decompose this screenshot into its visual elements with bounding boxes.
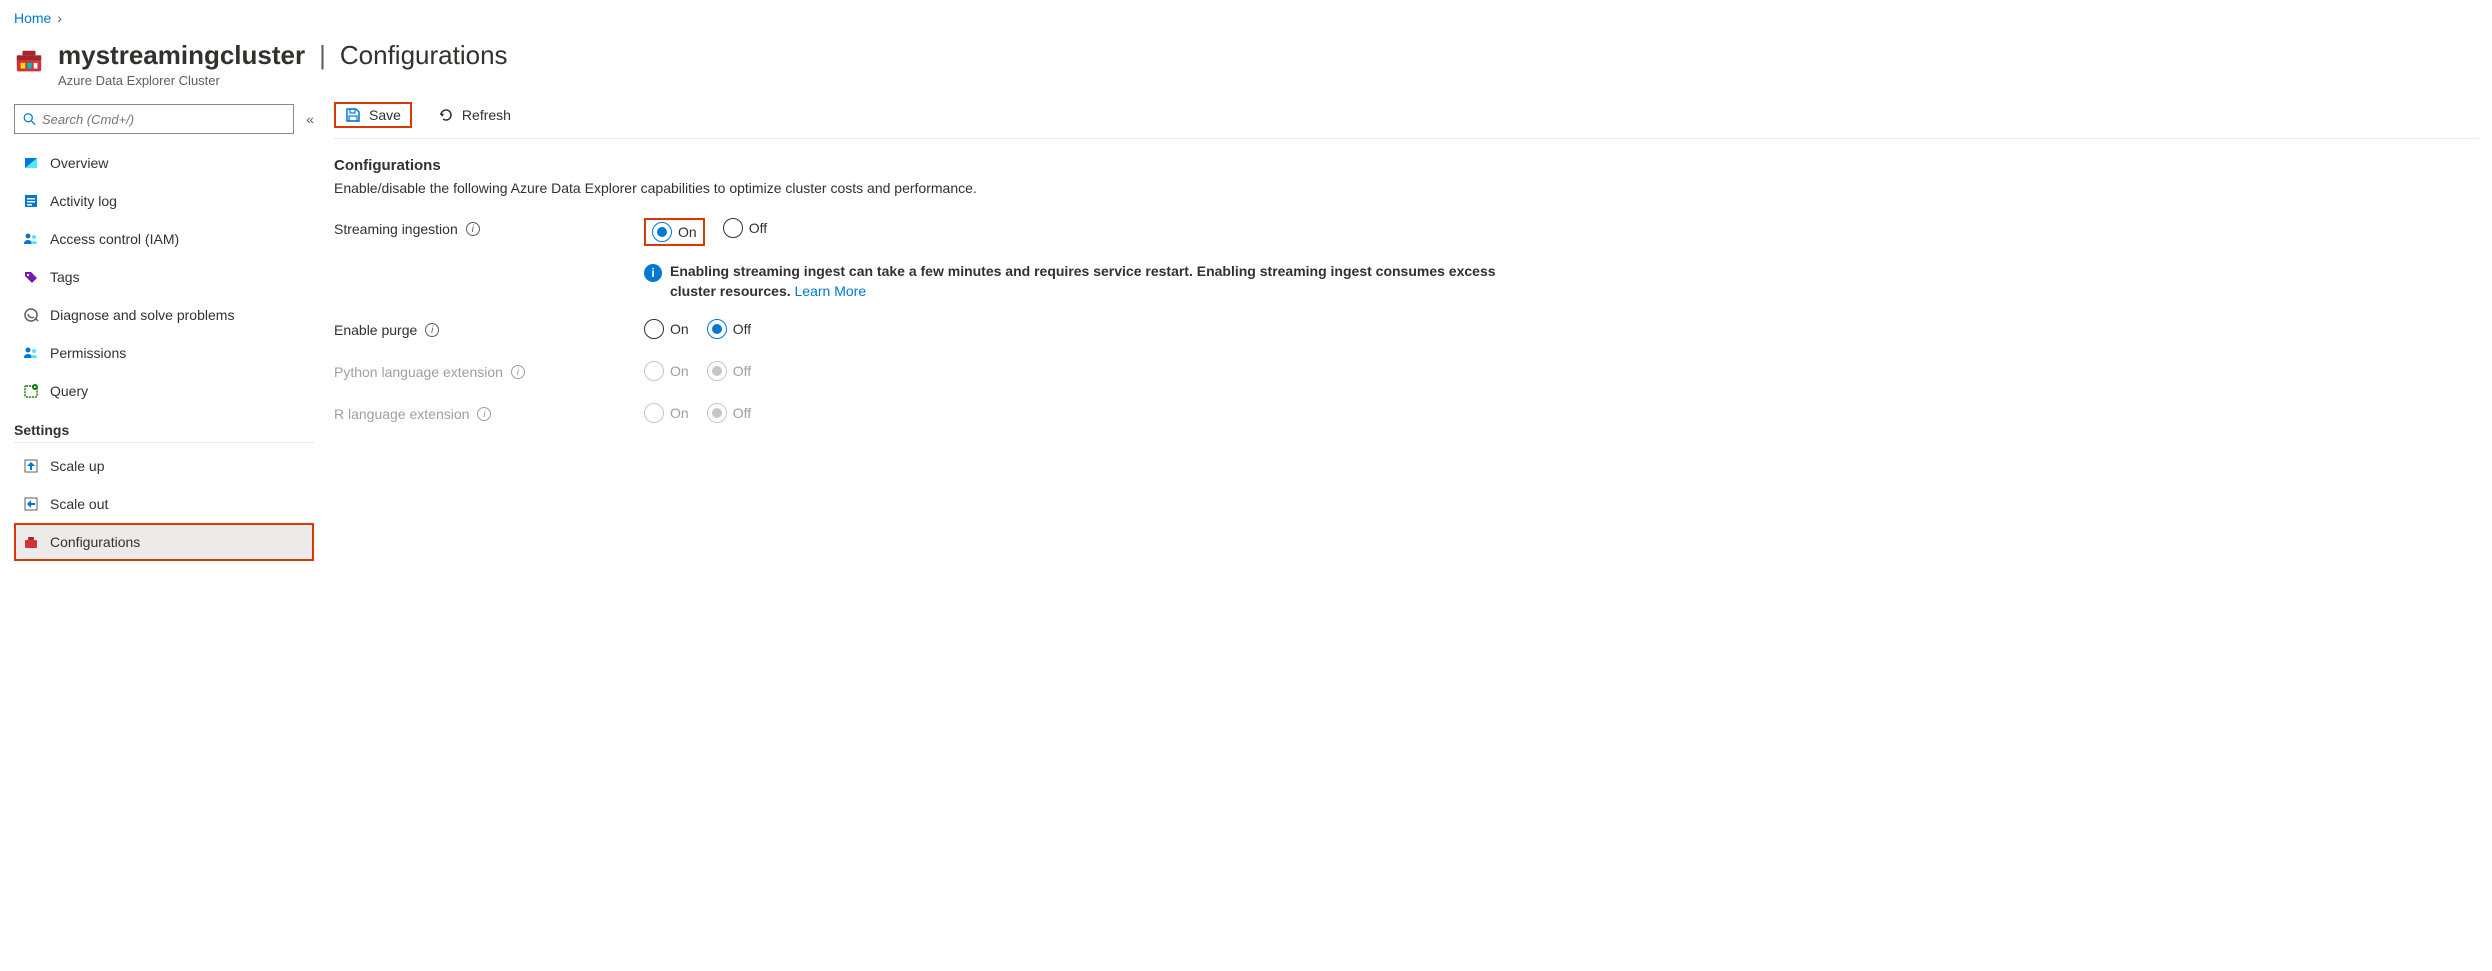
sidebar-item-diagnose[interactable]: Diagnose and solve problems xyxy=(14,296,314,334)
config-label-python: Python language extension i xyxy=(334,361,644,380)
config-row-purge: Enable purge i On Off xyxy=(334,319,2478,339)
info-message-streaming: i Enabling streaming ingest can take a f… xyxy=(644,262,1544,301)
info-icon[interactable]: i xyxy=(425,323,439,337)
section-description: Enable/disable the following Azure Data … xyxy=(334,180,2478,196)
refresh-button[interactable]: Refresh xyxy=(428,103,521,127)
sidebar-item-label: Scale out xyxy=(50,496,108,512)
sidebar-item-scale-up[interactable]: Scale up xyxy=(14,447,314,485)
scale-out-icon xyxy=(22,495,40,513)
search-box[interactable] xyxy=(14,104,294,134)
sidebar-item-query[interactable]: Query xyxy=(14,372,314,410)
config-row-r: R language extension i On Off xyxy=(334,403,2478,423)
sidebar-item-scale-out[interactable]: Scale out xyxy=(14,485,314,523)
save-button[interactable]: Save xyxy=(334,102,412,128)
section-title: Configurations xyxy=(334,157,2478,174)
sidebar-item-overview[interactable]: Overview xyxy=(14,144,314,182)
info-icon-blue: i xyxy=(644,264,662,282)
breadcrumb: Home › xyxy=(14,10,2478,26)
radio-group-python: On Off xyxy=(644,361,751,381)
sidebar: « Overview Activity log Access control (… xyxy=(14,98,314,561)
sidebar-item-label: Configurations xyxy=(50,534,140,550)
radio-group-streaming-on: On xyxy=(644,218,705,246)
query-icon xyxy=(22,382,40,400)
page-name: Configurations xyxy=(340,40,508,71)
radio-r-on: On xyxy=(644,403,689,423)
radio-group-r: On Off xyxy=(644,403,751,423)
collapse-sidebar-button[interactable]: « xyxy=(306,111,314,127)
access-control-icon xyxy=(22,230,40,248)
scale-up-icon xyxy=(22,457,40,475)
radio-streaming-off[interactable]: Off xyxy=(723,218,767,238)
radio-r-off: Off xyxy=(707,403,751,423)
cluster-icon xyxy=(14,46,44,76)
config-row-streaming: Streaming ingestion i On Off xyxy=(334,218,2478,246)
sidebar-item-label: Query xyxy=(50,383,88,399)
refresh-label: Refresh xyxy=(462,107,511,123)
save-label: Save xyxy=(369,107,401,123)
config-row-python: Python language extension i On Off xyxy=(334,361,2478,381)
search-input[interactable] xyxy=(42,112,285,127)
sidebar-item-configurations[interactable]: Configurations xyxy=(14,523,314,561)
radio-python-off: Off xyxy=(707,361,751,381)
radio-purge-on[interactable]: On xyxy=(644,319,689,339)
diagnose-icon xyxy=(22,306,40,324)
sidebar-item-label: Scale up xyxy=(50,458,104,474)
sidebar-item-label: Tags xyxy=(50,269,80,285)
page-header: mystreamingcluster | Configurations Azur… xyxy=(14,40,2478,88)
sidebar-item-tags[interactable]: Tags xyxy=(14,258,314,296)
overview-icon xyxy=(22,154,40,172)
info-icon[interactable]: i xyxy=(477,407,491,421)
save-icon xyxy=(345,107,361,123)
main-content: Save Refresh Configurations Enable/disab… xyxy=(334,98,2478,445)
sidebar-section-settings: Settings xyxy=(14,410,314,443)
sidebar-item-label: Permissions xyxy=(50,345,126,361)
permissions-icon xyxy=(22,344,40,362)
resource-name: mystreamingcluster xyxy=(58,40,305,71)
sidebar-item-activity-log[interactable]: Activity log xyxy=(14,182,314,220)
radio-purge-off[interactable]: Off xyxy=(707,319,751,339)
configurations-icon xyxy=(22,533,40,551)
info-icon[interactable]: i xyxy=(466,222,480,236)
page-title: mystreamingcluster | Configurations xyxy=(58,40,508,71)
sidebar-item-label: Diagnose and solve problems xyxy=(50,307,234,323)
radio-group-purge: On Off xyxy=(644,319,751,339)
config-label-streaming: Streaming ingestion i xyxy=(334,218,644,237)
tags-icon xyxy=(22,268,40,286)
sidebar-item-permissions[interactable]: Permissions xyxy=(14,334,314,372)
config-label-r: R language extension i xyxy=(334,403,644,422)
breadcrumb-home[interactable]: Home xyxy=(14,10,51,26)
sidebar-item-label: Overview xyxy=(50,155,108,171)
learn-more-link[interactable]: Learn More xyxy=(795,283,867,299)
chevron-right-icon: › xyxy=(57,10,62,26)
search-icon xyxy=(23,112,36,126)
sidebar-item-label: Activity log xyxy=(50,193,117,209)
sidebar-item-access-control[interactable]: Access control (IAM) xyxy=(14,220,314,258)
refresh-icon xyxy=(438,107,454,123)
config-label-purge: Enable purge i xyxy=(334,319,644,338)
radio-streaming-on[interactable]: On xyxy=(652,222,697,242)
info-icon[interactable]: i xyxy=(511,365,525,379)
sidebar-item-label: Access control (IAM) xyxy=(50,231,179,247)
resource-type: Azure Data Explorer Cluster xyxy=(58,73,508,88)
activity-log-icon xyxy=(22,192,40,210)
radio-python-on: On xyxy=(644,361,689,381)
toolbar: Save Refresh xyxy=(334,98,2478,139)
